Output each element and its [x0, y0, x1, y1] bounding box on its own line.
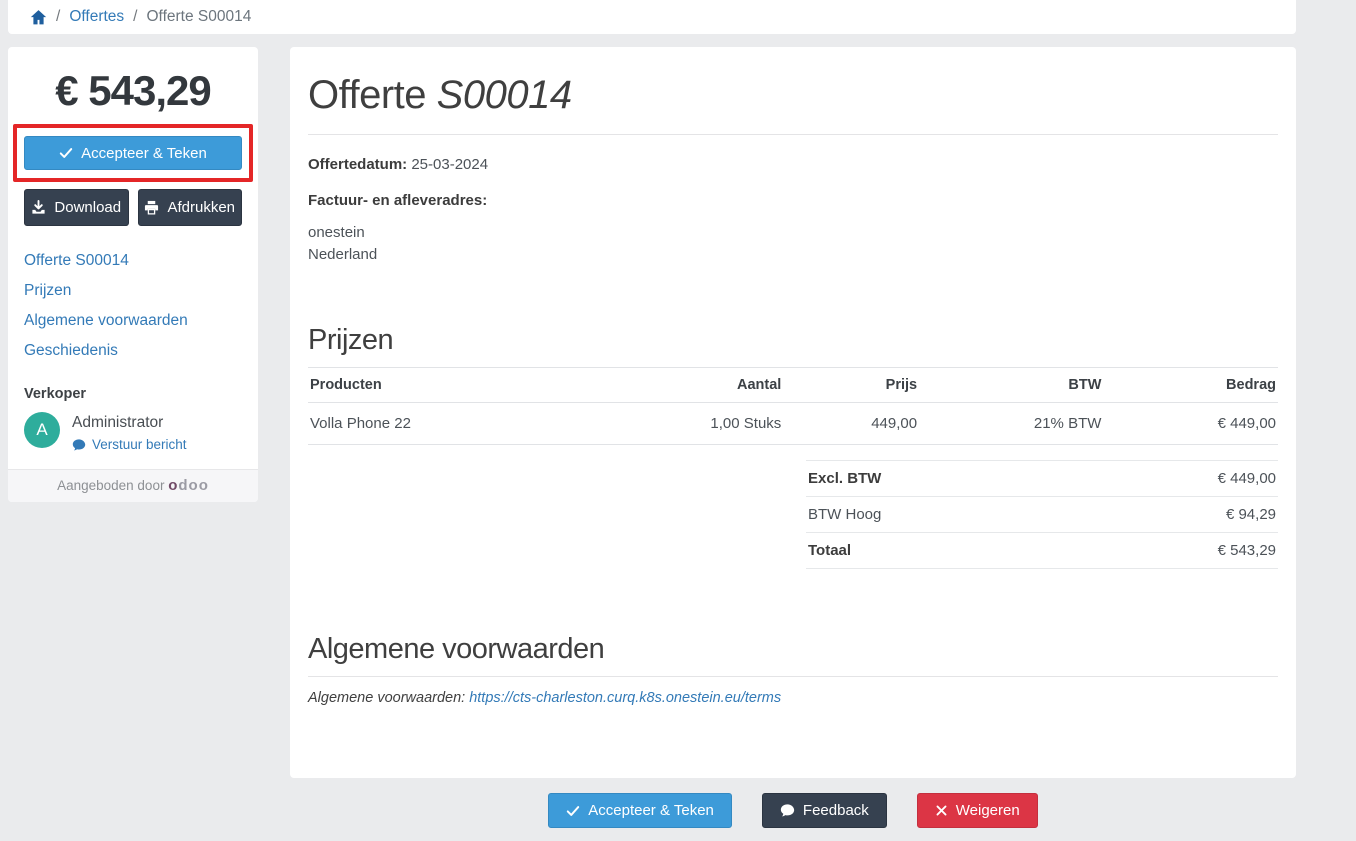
address-line-country: Nederland [308, 244, 1278, 266]
quotation-date-value: 25-03-2024 [411, 156, 488, 173]
col-prijs: Prijs [783, 368, 919, 403]
totals-table: Excl. BTW € 449,00 BTW Hoog € 94,29 Tota… [806, 460, 1278, 569]
check-icon [59, 146, 73, 160]
send-message-link[interactable]: Verstuur bericht [72, 437, 187, 452]
terms-label: Algemene voorwaarden: [308, 690, 465, 706]
page-title: Offerte S00014 [308, 73, 1278, 135]
cell-product: Volla Phone 22 [308, 403, 638, 445]
print-button[interactable]: Afdrukken [138, 189, 243, 226]
col-aantal: Aantal [638, 368, 784, 403]
annotation-highlight-box: Accepteer & Teken [13, 124, 253, 182]
quotation-sidebar: € 543,29 Accepteer & Teken Download [8, 47, 258, 502]
feedback-label: Feedback [803, 802, 869, 819]
title-reference: S00014 [437, 73, 572, 117]
pricing-heading: Prijzen [308, 324, 1278, 357]
billing-address: onestein Nederland [308, 222, 1278, 266]
total-value: € 543,29 [1218, 542, 1276, 559]
home-icon [30, 9, 47, 26]
total-label: Totaal [808, 542, 851, 559]
odoo-logo: odoo [168, 477, 209, 494]
close-icon [935, 804, 948, 817]
chat-bubble-icon [780, 803, 795, 818]
totals-row-untaxed: Excl. BTW € 449,00 [806, 460, 1278, 497]
seller-label: Verkoper [24, 386, 242, 402]
terms-heading: Algemene voorwaarden [308, 633, 1278, 677]
table-row: Volla Phone 22 1,00 Stuks 449,00 21% BTW… [308, 403, 1278, 445]
check-icon [566, 804, 580, 818]
portal-page: / Offertes / Offerte S00014 € 543,29 Acc… [0, 0, 1356, 828]
reject-button[interactable]: Weigeren [917, 793, 1038, 828]
download-icon [31, 200, 46, 215]
col-bedrag: Bedrag [1103, 368, 1278, 403]
terms-line: Algemene voorwaarden: https://cts-charle… [308, 690, 1278, 706]
chat-bubble-icon [72, 438, 86, 452]
total-amount: € 543,29 [8, 47, 258, 115]
accept-bottom-label: Accepteer & Teken [588, 802, 714, 819]
tax-label: BTW Hoog [808, 506, 881, 523]
tax-value: € 94,29 [1226, 506, 1276, 523]
home-link[interactable] [30, 9, 47, 26]
print-label: Afdrukken [167, 199, 235, 216]
title-prefix: Offerte [308, 73, 426, 117]
accept-sign-button[interactable]: Accepteer & Teken [24, 136, 242, 170]
send-message-label: Verstuur bericht [92, 437, 187, 452]
seller-section: Verkoper A Administrator Verstuur berich… [8, 362, 258, 469]
col-producten: Producten [308, 368, 638, 403]
seller-name: Administrator [72, 414, 187, 432]
address-line-company: onestein [308, 222, 1278, 244]
quotation-date: Offertedatum: 25-03-2024 [308, 156, 1278, 173]
col-btw: BTW [919, 368, 1103, 403]
totals-row-tax: BTW Hoog € 94,29 [806, 497, 1278, 533]
breadcrumb-separator: / [133, 8, 137, 26]
address-label: Factuur- en afleveradres: [308, 192, 1278, 209]
sidebar-link-geschiedenis[interactable]: Geschiedenis [24, 342, 242, 360]
terms-link[interactable]: https://cts-charleston.curq.k8s.onestein… [469, 690, 781, 706]
breadcrumb: / Offertes / Offerte S00014 [8, 0, 1296, 34]
quotation-document: Offerte S00014 Offertedatum: 25-03-2024 … [290, 47, 1296, 778]
untaxed-value: € 449,00 [1218, 470, 1276, 487]
download-label: Download [54, 199, 121, 216]
quotation-date-label: Offertedatum: [308, 156, 407, 173]
bottom-actions: Accepteer & Teken Feedback Weigeren [290, 793, 1296, 828]
cell-tax: 21% BTW [919, 403, 1103, 445]
sidebar-link-offerte[interactable]: Offerte S00014 [24, 252, 242, 270]
pricing-table: Producten Aantal Prijs BTW Bedrag Volla … [308, 367, 1278, 445]
accept-sign-button-bottom[interactable]: Accepteer & Teken [548, 793, 732, 828]
printer-icon [144, 200, 159, 215]
quotation-main: Offerte S00014 Offertedatum: 25-03-2024 … [290, 47, 1296, 828]
breadcrumb-link-offertes[interactable]: Offertes [69, 8, 124, 26]
totals-row-total: Totaal € 543,29 [806, 533, 1278, 569]
reject-label: Weigeren [956, 802, 1020, 819]
feedback-button[interactable]: Feedback [762, 793, 887, 828]
untaxed-label: Excl. BTW [808, 470, 881, 487]
cell-quantity: 1,00 Stuks [638, 403, 784, 445]
pricing-table-header: Producten Aantal Prijs BTW Bedrag [308, 368, 1278, 403]
sidebar-nav: Offerte S00014 Prijzen Algemene voorwaar… [8, 226, 258, 362]
breadcrumb-current: Offerte S00014 [146, 8, 251, 26]
cell-price: 449,00 [783, 403, 919, 445]
powered-by-text: Aangeboden door [57, 478, 164, 493]
powered-by-footer: Aangeboden door odoo [8, 469, 258, 502]
avatar: A [24, 412, 60, 448]
accept-sign-label: Accepteer & Teken [81, 145, 207, 162]
sidebar-link-voorwaarden[interactable]: Algemene voorwaarden [24, 312, 242, 330]
download-button[interactable]: Download [24, 189, 129, 226]
cell-amount: € 449,00 [1103, 403, 1278, 445]
sidebar-link-prijzen[interactable]: Prijzen [24, 282, 242, 300]
breadcrumb-separator: / [56, 8, 60, 26]
